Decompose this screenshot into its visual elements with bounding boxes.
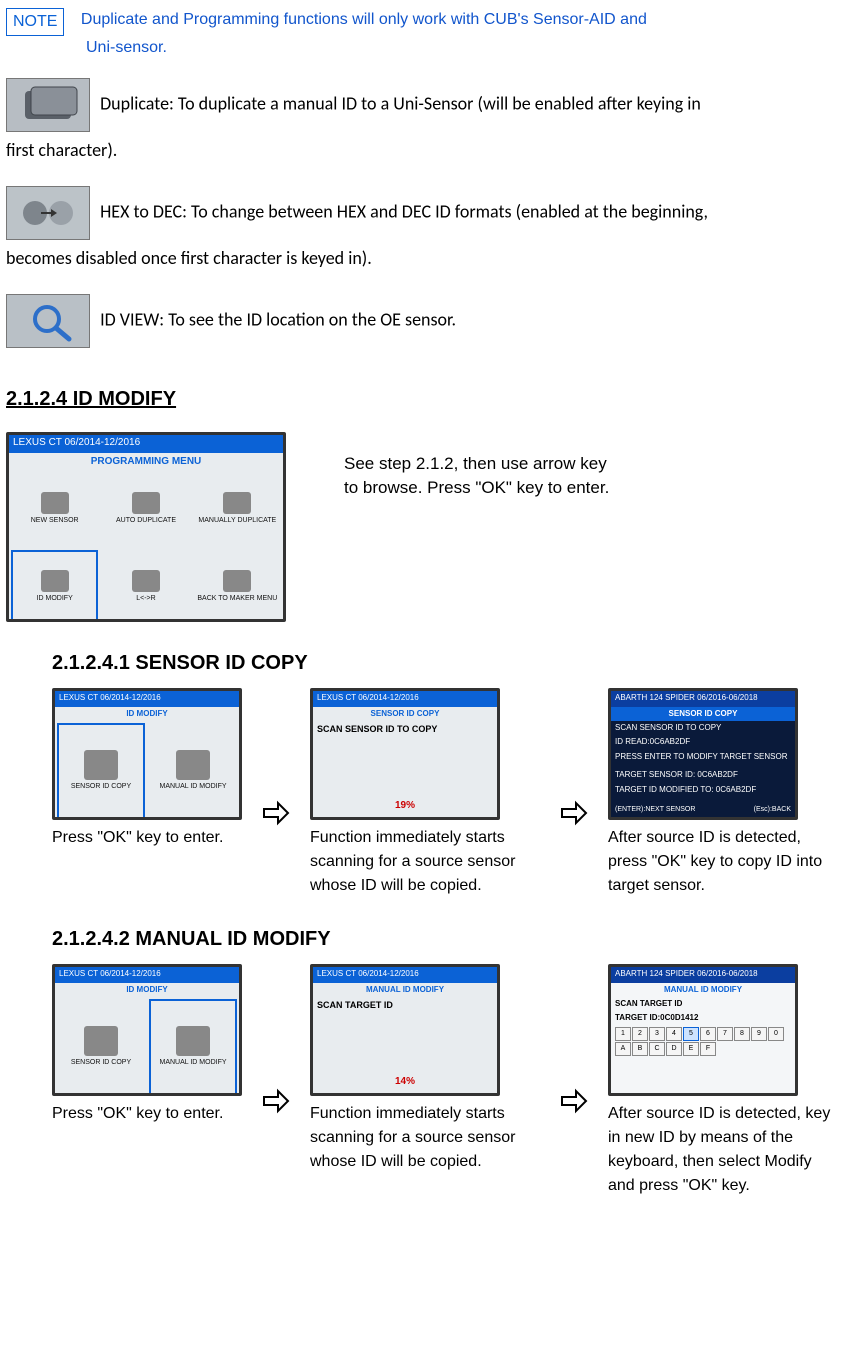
heading-sensor-id-copy: 2.1.2.4.1 SENSOR ID COPY	[52, 648, 859, 678]
func-hexdec-text1: HEX to DEC: To change between HEX and DE…	[100, 200, 708, 222]
copy-result-l3: PRESS ENTER TO MODIFY TARGET SENSOR	[611, 750, 795, 764]
func-hexdec-text2: becomes disabled once first character is…	[6, 247, 372, 269]
menu-new-sensor[interactable]: NEW SENSOR	[9, 470, 100, 548]
key-E[interactable]: E	[683, 1042, 699, 1056]
key-A[interactable]: A	[615, 1042, 631, 1056]
sensor-id-copy-row: LEXUS CT 06/2014-12/2016 ID MODIFY SENSO…	[52, 688, 859, 898]
menu-id-modify[interactable]: ID MODIFY	[9, 548, 100, 622]
screenshot-copy-result: ABARTH 124 SPIDER 06/2016-06/2018 SENSOR…	[608, 688, 798, 820]
key-7[interactable]: 7	[717, 1027, 733, 1041]
scan-message: SCAN TARGET ID	[313, 997, 497, 1015]
menu-sensor-id-copy[interactable]: SENSOR ID COPY	[55, 997, 147, 1096]
mod-step1-caption: Press "OK" key to enter.	[52, 1102, 242, 1126]
menu-manually-duplicate[interactable]: MANUALLY DUPLICATE	[192, 470, 283, 548]
func-duplicate: Duplicate: To duplicate a manual ID to a…	[6, 78, 859, 168]
menu-manual-id-modify[interactable]: MANUAL ID MODIFY	[147, 721, 239, 820]
key-4[interactable]: 4	[666, 1027, 682, 1041]
arrow-right-icon	[260, 1085, 292, 1117]
func-duplicate-text2: first character).	[6, 139, 117, 161]
heading-manual-id-modify: 2.1.2.4.2 MANUAL ID MODIFY	[52, 924, 859, 954]
copy-result-l5: TARGET ID MODIFIED TO: 0C6AB2DF	[611, 783, 795, 797]
idmodify-row: LEXUS CT 06/2014-12/2016 PROGRAMMING MEN…	[6, 432, 859, 622]
screenshot-programming-menu: LEXUS CT 06/2014-12/2016 PROGRAMMING MEN…	[6, 432, 286, 622]
func-idview-text: ID VIEW: To see the ID location on the O…	[100, 308, 456, 330]
copy-step2-caption: Function immediately starts scanning for…	[310, 826, 540, 898]
mod-result-l1: SCAN TARGET ID	[611, 997, 795, 1011]
key-2[interactable]: 2	[632, 1027, 648, 1041]
menu-back-to-maker[interactable]: BACK TO MAKER MENU	[192, 548, 283, 622]
screenshot-mod-scan: LEXUS CT 06/2014-12/2016 MANUAL ID MODIF…	[310, 964, 500, 1096]
key-8[interactable]: 8	[734, 1027, 750, 1041]
copy-result-l4: TARGET SENSOR ID: 0C6AB2DF	[611, 768, 795, 782]
note-block: NOTE Duplicate and Programming functions…	[6, 8, 859, 60]
screen-title: LEXUS CT 06/2014-12/2016	[9, 435, 283, 453]
menu-sensor-id-copy[interactable]: SENSOR ID COPY	[55, 721, 147, 820]
key-3[interactable]: 3	[649, 1027, 665, 1041]
key-6[interactable]: 6	[700, 1027, 716, 1041]
scan-progress: 19%	[395, 798, 415, 813]
key-5[interactable]: 5	[683, 1027, 699, 1041]
foot-enter: (ENTER):NEXT SENSOR	[615, 805, 695, 816]
heading-id-modify: 2.1.2.4 ID MODIFY	[6, 384, 859, 414]
foot-esc: (Esc):BACK	[754, 805, 791, 816]
screenshot-mod-result: ABARTH 124 SPIDER 06/2016-06/2018 MANUAL…	[608, 964, 798, 1096]
arrow-right-icon	[558, 797, 590, 829]
scan-progress: 14%	[395, 1074, 415, 1089]
note-line2: Uni-sensor.	[6, 36, 859, 60]
mod-step3-caption: After source ID is detected, key in new …	[608, 1102, 838, 1198]
menu-auto-duplicate[interactable]: AUTO DUPLICATE	[100, 470, 191, 548]
key-0[interactable]: 0	[768, 1027, 784, 1041]
idmodify-step-text: See step 2.1.2, then use arrow key to br…	[344, 452, 614, 500]
func-idview: ID VIEW: To see the ID location on the O…	[6, 294, 859, 348]
key-D[interactable]: D	[666, 1042, 682, 1056]
copy-step1-caption: Press "OK" key to enter.	[52, 826, 242, 850]
hexdec-icon	[6, 186, 90, 240]
copy-result-l1: SCAN SENSOR ID TO COPY	[611, 721, 795, 735]
mod-result-l2: TARGET ID:0C0D1412	[611, 1011, 795, 1025]
arrow-right-icon	[558, 1085, 590, 1117]
func-hexdec: HEX to DEC: To change between HEX and DE…	[6, 186, 859, 276]
key-9[interactable]: 9	[751, 1027, 767, 1041]
screenshot-copy-scan: LEXUS CT 06/2014-12/2016 SENSOR ID COPY …	[310, 688, 500, 820]
note-line1: Duplicate and Programming functions will…	[81, 11, 647, 28]
menu-manual-id-modify[interactable]: MANUAL ID MODIFY	[147, 997, 239, 1096]
screen-subtitle: PROGRAMMING MENU	[9, 453, 283, 470]
duplicate-icon	[6, 78, 90, 132]
copy-result-l2: ID READ:0C6AB2DF	[611, 735, 795, 749]
key-F[interactable]: F	[700, 1042, 716, 1056]
key-C[interactable]: C	[649, 1042, 665, 1056]
key-B[interactable]: B	[632, 1042, 648, 1056]
menu-lr-swap[interactable]: L<->R	[100, 548, 191, 622]
arrow-right-icon	[260, 797, 292, 829]
note-label: NOTE	[6, 8, 64, 36]
screenshot-idmodify-menu-1: LEXUS CT 06/2014-12/2016 ID MODIFY SENSO…	[52, 688, 242, 820]
scan-message: SCAN SENSOR ID TO COPY	[313, 721, 497, 739]
mod-step2-caption: Function immediately starts scanning for…	[310, 1102, 540, 1174]
copy-step3-caption: After source ID is detected, press "OK" …	[608, 826, 838, 898]
screenshot-idmodify-menu-2: LEXUS CT 06/2014-12/2016 ID MODIFY SENSO…	[52, 964, 242, 1096]
func-duplicate-text1: Duplicate: To duplicate a manual ID to a…	[100, 92, 701, 114]
idview-icon	[6, 294, 90, 348]
keypad: 1234567890 ABCDEF	[611, 1025, 795, 1058]
manual-id-modify-row: LEXUS CT 06/2014-12/2016 ID MODIFY SENSO…	[52, 964, 859, 1198]
key-1[interactable]: 1	[615, 1027, 631, 1041]
